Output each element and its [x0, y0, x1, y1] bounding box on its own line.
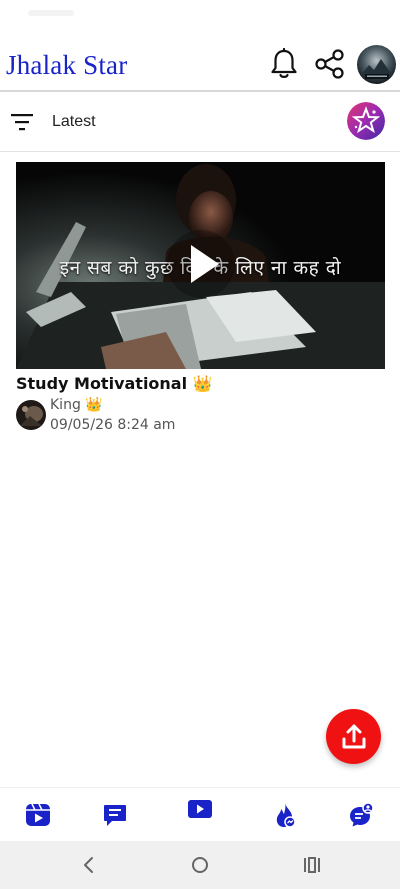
recents-icon[interactable] — [300, 853, 324, 877]
video-card[interactable]: इन सब को कुछ दिन के लिए ना कह दो Study M… — [16, 162, 385, 441]
app-screen: Jhalak Star Latest इन सब को कुछ लिए ना क… — [0, 0, 400, 889]
star-logo[interactable] — [347, 102, 385, 140]
status-bar — [0, 0, 400, 36]
share-icon[interactable] — [314, 48, 346, 80]
upload-button[interactable] — [326, 709, 381, 764]
bell-icon[interactable] — [268, 48, 300, 80]
bottom-nav — [0, 787, 400, 841]
status-indicators — [28, 10, 74, 16]
home-icon[interactable] — [188, 853, 212, 877]
play-icon[interactable] — [165, 228, 237, 300]
filter-label[interactable]: Latest — [52, 113, 96, 131]
sort-filter-icon[interactable] — [11, 112, 35, 132]
app-header: Jhalak Star — [0, 36, 400, 92]
author-row: King 👑 09/05/26 8:24 am — [16, 397, 385, 441]
video-icon[interactable] — [187, 796, 213, 822]
upload-icon — [342, 724, 365, 748]
trending-fire-icon[interactable] — [272, 802, 298, 828]
reels-icon[interactable] — [25, 802, 51, 828]
filter-row: Latest — [0, 94, 400, 152]
chat-icon[interactable] — [102, 802, 128, 828]
author-name[interactable]: King 👑 — [50, 397, 103, 413]
profile-avatar[interactable] — [357, 45, 396, 84]
app-title: Jhalak Star — [6, 50, 128, 80]
post-timestamp: 09/05/26 8:24 am — [50, 417, 176, 433]
system-nav-bar — [0, 841, 400, 889]
back-icon[interactable] — [77, 853, 101, 877]
video-title[interactable]: Study Motivational 👑 — [16, 374, 385, 393]
video-thumbnail[interactable]: इन सब को कुछ दिन के लिए ना कह दो — [16, 162, 385, 369]
author-avatar[interactable] — [16, 400, 46, 430]
support-chat-icon[interactable] — [348, 802, 374, 828]
